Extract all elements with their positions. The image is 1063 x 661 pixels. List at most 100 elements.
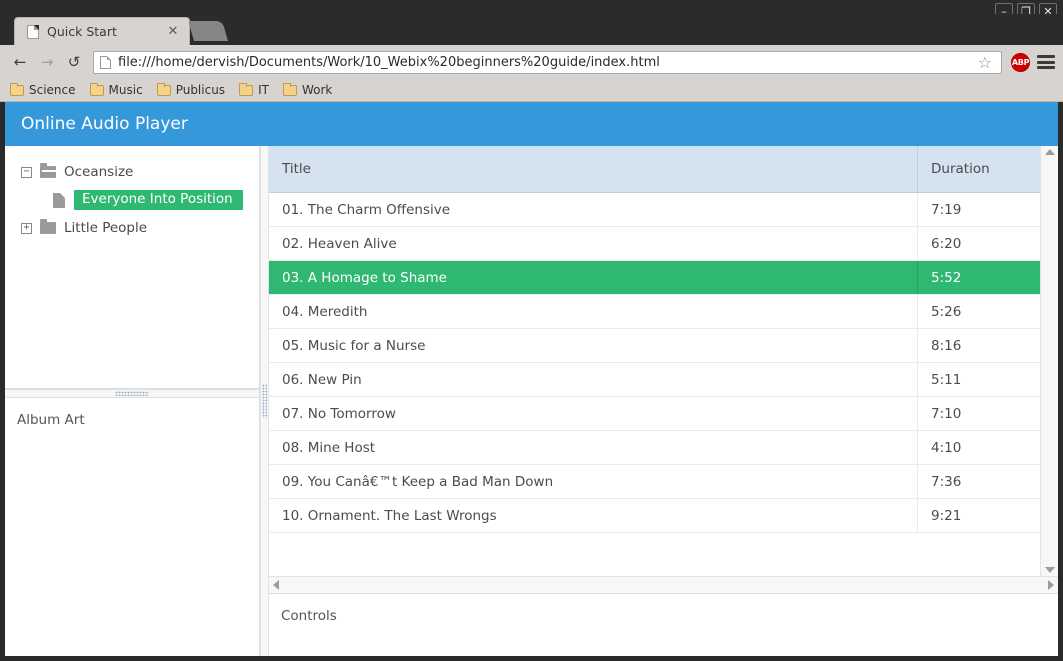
resizer-grip-icon <box>262 384 267 418</box>
reload-icon[interactable]: ↺ <box>64 52 84 72</box>
cell-title: 08. Mine Host <box>269 431 918 464</box>
grid-main: Title Duration 01. The Charm Offensive 7… <box>269 146 1058 576</box>
cell-duration: 4:10 <box>931 439 962 456</box>
cell-duration: 5:11 <box>931 371 962 388</box>
cell-duration: 5:26 <box>931 303 962 320</box>
url-text: file:///home/dervish/Documents/Work/10_W… <box>118 54 660 70</box>
column-header-title[interactable]: Title <box>269 146 918 192</box>
resizer-grip-icon <box>115 391 149 396</box>
address-bar[interactable]: file:///home/dervish/Documents/Work/10_W… <box>93 50 1002 74</box>
table-row-selected[interactable]: 03. A Homage to Shame 5:52 <box>269 261 1040 295</box>
table-row[interactable]: 07. No Tomorrow 7:10 <box>269 397 1040 431</box>
tree-item-label: Oceansize <box>64 164 134 180</box>
tree-item-label: Little People <box>64 220 148 236</box>
expand-toggle-icon[interactable]: + <box>21 222 32 234</box>
bookmark-label: Publicus <box>175 83 226 97</box>
bookmark-publicus[interactable]: Publicus <box>156 82 226 97</box>
cell-title: 10. Ornament. The Last Wrongs <box>269 499 918 532</box>
tree-item-everyone-into-position[interactable]: Everyone Into Position <box>5 186 259 214</box>
cell-duration: 8:16 <box>931 337 962 354</box>
scroll-down-icon[interactable] <box>1044 567 1055 573</box>
cell-title: 01. The Charm Offensive <box>269 193 918 226</box>
hamburger-menu-icon[interactable] <box>1037 54 1055 70</box>
grid-header: Title Duration <box>269 146 1040 193</box>
adblock-plus-icon[interactable]: ABP <box>1011 52 1030 72</box>
bookmark-label: Music <box>108 83 143 97</box>
folder-open-icon <box>40 163 56 178</box>
close-tab-icon[interactable]: ✕ <box>165 25 181 38</box>
cell-title: 07. No Tomorrow <box>269 397 918 430</box>
bookmark-science[interactable]: Science <box>10 82 76 97</box>
page-title: Online Audio Player <box>21 114 188 134</box>
album-art-label: Album Art <box>17 412 85 428</box>
tab-label: Quick Start <box>47 24 117 39</box>
cell-title: 06. New Pin <box>269 363 918 396</box>
browser-toolbar: ← → ↺ file:///home/dervish/Documents/Wor… <box>0 45 1063 79</box>
cell-duration: 5:52 <box>931 269 962 286</box>
tab-quick-start[interactable]: Quick Start ✕ <box>14 17 190 45</box>
cell-title: 04. Meredith <box>269 295 918 328</box>
table-row[interactable]: 09. You Canâ€™t Keep a Bad Man Down 7:36 <box>269 465 1040 499</box>
table-row[interactable]: 04. Meredith 5:26 <box>269 295 1040 329</box>
cell-duration: 7:10 <box>931 405 962 422</box>
cell-title: 09. You Canâ€™t Keep a Bad Man Down <box>269 465 918 498</box>
bookmark-label: IT <box>258 83 269 97</box>
bookmark-label: Work <box>301 83 333 97</box>
table-row[interactable]: 02. Heaven Alive 6:20 <box>269 227 1040 261</box>
vertical-resizer[interactable] <box>260 146 269 656</box>
left-column: − Oceansize Everyone Into Position + Lit… <box>5 146 260 656</box>
cell-duration: 7:36 <box>931 473 962 490</box>
bookmark-label: Science <box>29 83 76 97</box>
cell-duration: 9:21 <box>931 507 962 524</box>
folder-closed-icon <box>40 219 56 234</box>
window-titlebar: – ❐ ✕ <box>0 0 1063 20</box>
controls-label: Controls <box>281 608 337 624</box>
column-header-duration[interactable]: Duration <box>918 146 1040 192</box>
new-tab-button[interactable] <box>188 21 228 41</box>
bookmarks-bar: Science Music Publicus IT Work <box>0 79 1063 102</box>
tree-item-oceansize[interactable]: − Oceansize <box>5 158 259 186</box>
vertical-scrollbar[interactable] <box>1040 146 1058 576</box>
page-viewport: Online Audio Player − Oceansize Everyone… <box>5 102 1058 656</box>
bookmark-music[interactable]: Music <box>89 82 143 97</box>
folder-icon <box>89 82 104 96</box>
grid-columns: Title Duration 01. The Charm Offensive 7… <box>269 146 1040 576</box>
table-row[interactable]: 10. Ornament. The Last Wrongs 9:21 <box>269 499 1040 533</box>
folder-icon <box>282 82 297 96</box>
cell-title: 03. A Homage to Shame <box>269 261 918 294</box>
tab-strip: Quick Start ✕ <box>0 14 1063 45</box>
forward-icon: → <box>40 53 54 71</box>
table-row[interactable]: 01. The Charm Offensive 7:19 <box>269 193 1040 227</box>
page-icon <box>27 24 39 39</box>
controls-panel: Controls <box>269 594 1058 656</box>
collapse-toggle-icon[interactable]: − <box>21 166 32 178</box>
app-title-bar: Online Audio Player <box>5 102 1058 146</box>
bookmark-star-icon[interactable]: ☆ <box>975 53 995 72</box>
cell-duration: 6:20 <box>931 235 962 252</box>
folder-icon <box>10 82 24 96</box>
tree-item-label: Everyone Into Position <box>74 189 243 211</box>
folder-icon <box>239 82 254 96</box>
scroll-up-icon[interactable] <box>1044 149 1055 155</box>
scroll-left-icon[interactable] <box>273 580 279 590</box>
bookmark-work[interactable]: Work <box>282 82 333 97</box>
track-list: Title Duration 01. The Charm Offensive 7… <box>269 146 1058 594</box>
app-body: − Oceansize Everyone Into Position + Lit… <box>5 146 1058 656</box>
album-art-panel: Album Art <box>5 398 259 656</box>
cell-title: 05. Music for a Nurse <box>269 329 918 362</box>
right-column: Title Duration 01. The Charm Offensive 7… <box>269 146 1058 656</box>
table-row[interactable]: 06. New Pin 5:11 <box>269 363 1040 397</box>
tree-item-little-people[interactable]: + Little People <box>5 214 259 242</box>
folder-icon <box>156 82 171 96</box>
bookmark-it[interactable]: IT <box>239 82 269 97</box>
horizontal-resizer[interactable] <box>5 389 259 398</box>
scroll-right-icon[interactable] <box>1048 580 1054 590</box>
grid-rows: 01. The Charm Offensive 7:19 02. Heaven … <box>269 193 1040 576</box>
horizontal-scrollbar[interactable] <box>269 576 1058 593</box>
table-row[interactable]: 08. Mine Host 4:10 <box>269 431 1040 465</box>
file-icon <box>53 192 65 208</box>
cell-title: 02. Heaven Alive <box>269 227 918 260</box>
album-tree[interactable]: − Oceansize Everyone Into Position + Lit… <box>5 146 259 389</box>
back-icon[interactable]: ← <box>10 52 30 72</box>
table-row[interactable]: 05. Music for a Nurse 8:16 <box>269 329 1040 363</box>
